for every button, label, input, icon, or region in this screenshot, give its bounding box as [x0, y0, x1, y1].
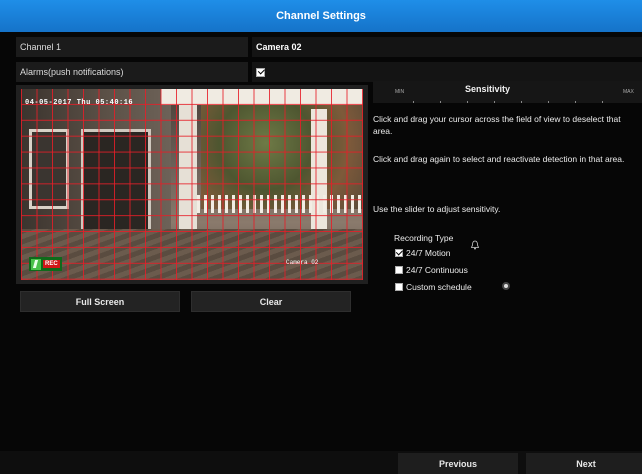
- video-preview-frame: 04-05-2017 Thu 05:40:16 Camera 02 REC: [16, 85, 368, 284]
- motion-grid-overlay[interactable]: [21, 89, 363, 280]
- bell-icon: [470, 240, 480, 250]
- custom-schedule-checkbox[interactable]: [395, 283, 403, 291]
- continuous-checkbox[interactable]: [395, 266, 403, 274]
- previous-button[interactable]: Previous: [398, 453, 518, 474]
- motion-checkbox[interactable]: [395, 249, 403, 257]
- motion-man-icon: [31, 258, 41, 270]
- alarms-value: [252, 62, 642, 82]
- recording-option-motion[interactable]: 24/7 Motion: [395, 248, 450, 258]
- channel-row: Channel 1 Camera 02: [16, 37, 642, 57]
- recording-option-label: 24/7 Motion: [406, 248, 451, 258]
- recording-option-continuous[interactable]: 24/7 Continuous: [395, 265, 468, 275]
- osd-camera-name: Camera 02: [286, 259, 319, 266]
- full-screen-button[interactable]: Full Screen: [20, 291, 180, 312]
- recording-option-label: 24/7 Continuous: [406, 265, 468, 275]
- gear-icon[interactable]: [502, 282, 510, 290]
- recording-option-label: Custom schedule: [406, 282, 472, 292]
- sensitivity-slider[interactable]: MIN Sensitivity MAX: [373, 81, 642, 103]
- sensitivity-min-label: MIN: [395, 89, 405, 95]
- rec-label: REC: [43, 260, 60, 268]
- window-title-bar: Channel Settings: [0, 0, 642, 32]
- sensitivity-title: Sensitivity: [465, 84, 511, 94]
- sensitivity-ticks: [413, 101, 603, 103]
- motion-detection-area[interactable]: 04-05-2017 Thu 05:40:16 Camera 02 REC: [21, 89, 363, 280]
- channel-label: Channel 1: [16, 37, 248, 57]
- alarms-checkbox[interactable]: [256, 67, 265, 77]
- recording-option-custom[interactable]: Custom schedule: [395, 282, 472, 292]
- recording-type-title: Recording Type: [394, 233, 454, 243]
- instruction-deselect: Click and drag your cursor across the fi…: [373, 114, 621, 136]
- osd-timestamp: 04-05-2017 Thu 05:40:16: [25, 99, 134, 107]
- sensitivity-max-label: MAX: [623, 89, 634, 95]
- clear-button[interactable]: Clear: [191, 291, 351, 312]
- instruction-reselect: Click and drag again to select and react…: [373, 154, 625, 164]
- camera-name-field[interactable]: Camera 02: [252, 37, 642, 57]
- recording-indicator: REC: [29, 257, 62, 271]
- alarms-label: Alarms(push notifications): [16, 62, 248, 82]
- instruction-slider: Use the slider to adjust sensitivity.: [373, 204, 501, 214]
- window-title: Channel Settings: [276, 10, 366, 22]
- alarms-row: Alarms(push notifications): [16, 62, 642, 82]
- next-button[interactable]: Next: [526, 453, 642, 474]
